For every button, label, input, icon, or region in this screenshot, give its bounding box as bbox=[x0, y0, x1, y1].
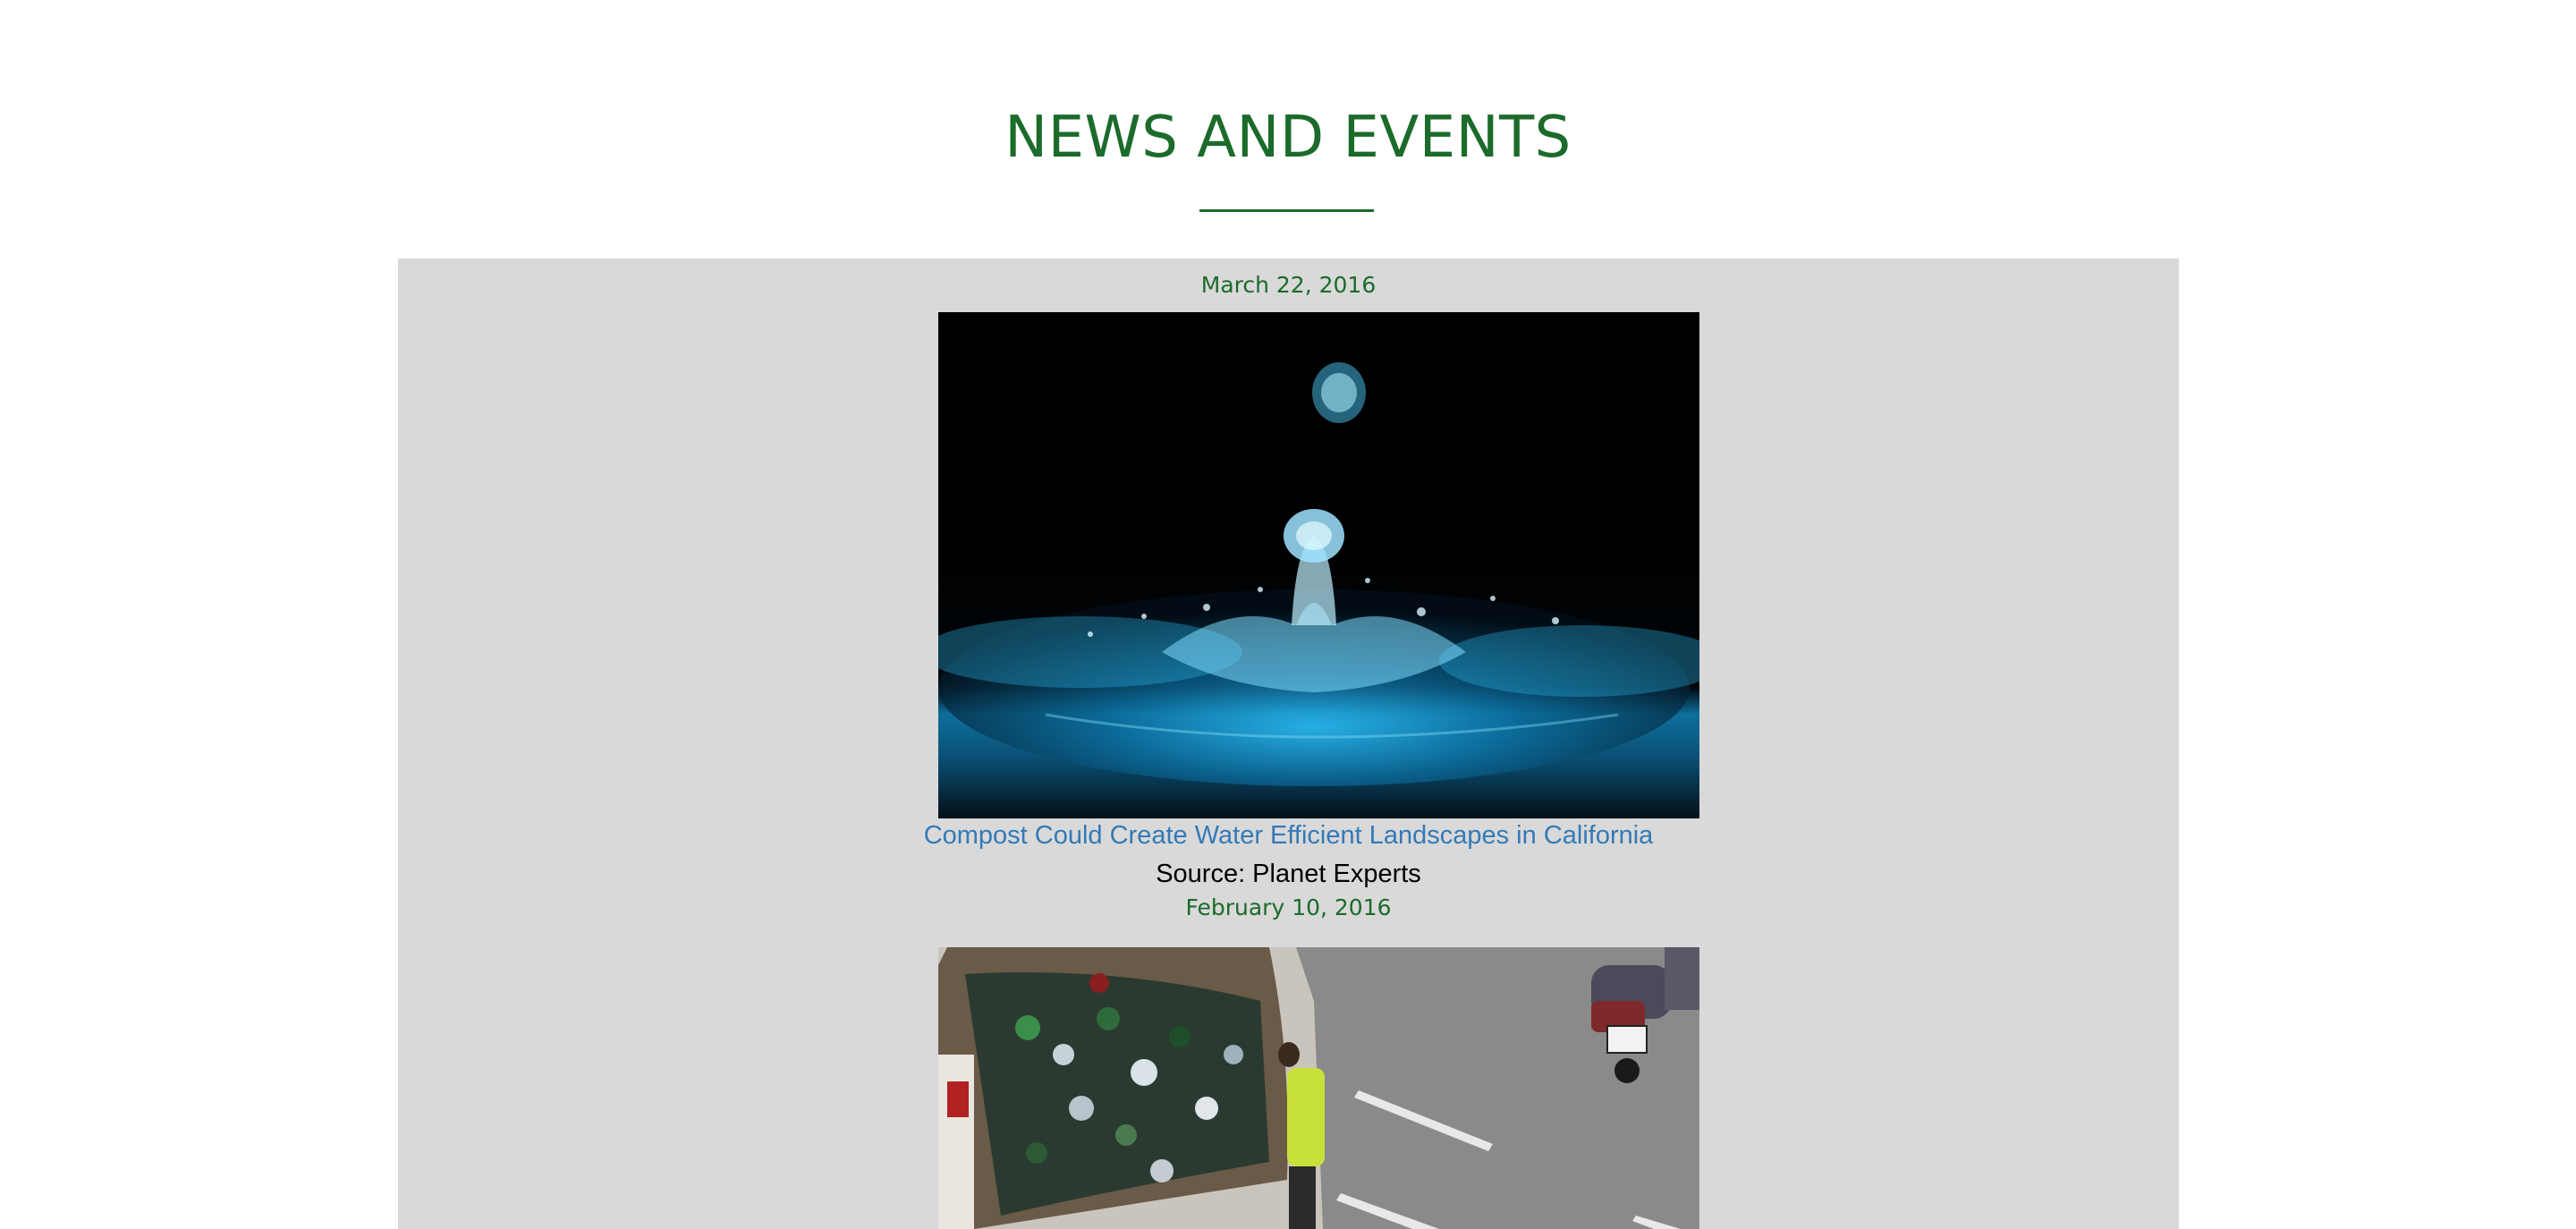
news-date: February 10, 2016 bbox=[1185, 894, 1392, 920]
news-source: Source: Planet Experts bbox=[1156, 860, 1421, 888]
water-droplet-image bbox=[938, 312, 1699, 818]
news-item: February 10, 2016 bbox=[398, 894, 2179, 1229]
news-item: March 22, 2016 Compost Could Create Wate… bbox=[398, 259, 2179, 888]
news-image-garbage-truck[interactable] bbox=[938, 947, 1699, 1229]
news-date: March 22, 2016 bbox=[1200, 272, 1377, 298]
section-header: NEWS AND EVENTS bbox=[0, 0, 2576, 259]
section-title: NEWS AND EVENTS bbox=[1004, 105, 1572, 171]
title-divider bbox=[1199, 209, 1374, 212]
news-list: March 22, 2016 Compost Could Create Wate… bbox=[398, 259, 2179, 1229]
garbage-truck-image bbox=[938, 947, 1699, 1229]
news-article-link[interactable]: Compost Could Create Water Efficient Lan… bbox=[398, 819, 2179, 852]
news-image-water-droplet[interactable] bbox=[938, 312, 1699, 818]
page: NEWS AND EVENTS March 22, 2016 Compost C… bbox=[0, 0, 2576, 1229]
